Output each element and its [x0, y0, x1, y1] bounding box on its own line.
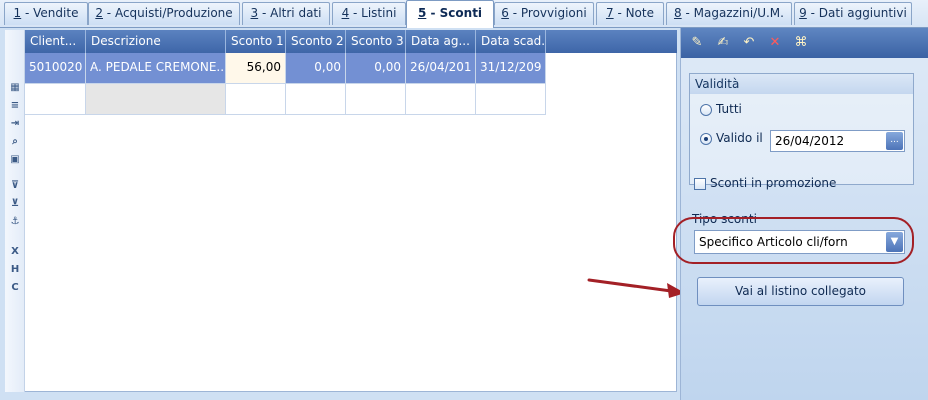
cell-sconto1[interactable]: 56,00: [226, 53, 286, 84]
cell-empty[interactable]: [286, 84, 346, 115]
col-header-sconto1[interactable]: Sconto 1: [226, 30, 286, 53]
cell-sconto3[interactable]: 0,00: [346, 53, 406, 84]
main-window: 1 - Vendite 2 - Acquisti/Produzione 3 - …: [0, 0, 928, 400]
list-icon[interactable]: ≡: [7, 98, 23, 113]
sconti-grid: Client... Descrizione Sconto 1 Sconto 2 …: [25, 30, 677, 392]
cell-data-agg[interactable]: 26/04/201: [406, 53, 476, 84]
grid-options-icon[interactable]: ▦: [7, 80, 23, 95]
tab-dati-aggiuntivi[interactable]: 9 - Dati aggiuntivi: [794, 2, 912, 25]
grid-header: Client... Descrizione Sconto 1 Sconto 2 …: [25, 30, 677, 53]
cell-descrizione[interactable]: A. PEDALE CREMONE...: [86, 53, 226, 84]
col-header-data-agg[interactable]: Data ag...: [406, 30, 476, 53]
annotation-arrow: [587, 278, 685, 298]
undo-icon[interactable]: ↶: [739, 33, 759, 53]
table-row[interactable]: 5010020 A. PEDALE CREMONE... 56,00 0,00 …: [25, 53, 546, 84]
radio-tutti[interactable]: [700, 104, 712, 116]
export-x-icon[interactable]: X: [7, 244, 23, 259]
save-icon[interactable]: ✍: [713, 33, 733, 53]
tipo-sconti-select[interactable]: Specifico Articolo cli/forn ▼: [694, 230, 905, 254]
col-header-data-scad[interactable]: Data scad.: [476, 30, 546, 53]
tab-bar: 1 - Vendite 2 - Acquisti/Produzione 3 - …: [0, 0, 928, 28]
tipo-sconti-value: Specifico Articolo cli/forn: [699, 235, 848, 249]
validita-group: Validità Tutti Valido il 26/04/2012 ...: [689, 73, 914, 185]
col-header-sconto2[interactable]: Sconto 2: [286, 30, 346, 53]
tab-altri-dati[interactable]: 3 - Altri dati: [242, 2, 330, 25]
delete-icon[interactable]: ✕: [765, 33, 785, 53]
cell-empty[interactable]: [86, 84, 226, 115]
binoculars-icon[interactable]: ⌘: [791, 33, 811, 53]
vai-al-listino-button[interactable]: Vai al listino collegato: [697, 277, 904, 306]
filter-icon[interactable]: ⊽: [7, 178, 23, 193]
tipo-sconti-label: Tipo sconti: [692, 212, 757, 226]
right-toolbar: ✎ ✍ ↶ ✕ ⌘: [681, 28, 928, 58]
date-value: 26/04/2012: [775, 134, 845, 148]
col-header-descrizione[interactable]: Descrizione: [86, 30, 226, 53]
cell-empty[interactable]: [406, 84, 476, 115]
export-c-icon[interactable]: C: [7, 280, 23, 295]
promo-checkbox-label: Sconti in promozione: [710, 176, 837, 190]
cell-data-scad[interactable]: 31/12/209: [476, 53, 546, 84]
radio-tutti-label: Tutti: [716, 102, 742, 116]
cell-sconto2[interactable]: 0,00: [286, 53, 346, 84]
grid-side-toolbar: ▦ ≡ ⇥ ⌕ ▣ ⊽ ⊻ ⚓ X H C: [5, 30, 25, 392]
cell-cliente[interactable]: 5010020: [25, 53, 86, 84]
tab-acquisti-produzione[interactable]: 2 - Acquisti/Produzione: [88, 2, 240, 25]
tab-listini[interactable]: 4 - Listini: [332, 2, 406, 25]
tab-vendite[interactable]: 1 - Vendite: [4, 2, 88, 25]
tab-magazzini-um[interactable]: 8 - Magazzini/U.M.: [666, 2, 792, 25]
cell-empty[interactable]: [25, 84, 86, 115]
promo-checkbox[interactable]: [694, 178, 706, 190]
date-picker-button[interactable]: ...: [886, 132, 903, 150]
image-icon[interactable]: ▣: [7, 152, 23, 167]
cell-empty[interactable]: [476, 84, 546, 115]
radio-valido-il[interactable]: [700, 133, 712, 145]
cell-empty[interactable]: [346, 84, 406, 115]
col-header-sconto3[interactable]: Sconto 3: [346, 30, 406, 53]
tab-sconti[interactable]: 5 - Sconti: [406, 0, 494, 28]
anchor-icon[interactable]: ⚓: [7, 214, 23, 229]
zoom-icon[interactable]: ⌕: [7, 134, 23, 149]
tab-provvigioni[interactable]: 6 - Provvigioni: [494, 2, 594, 25]
insert-row-icon[interactable]: ⇥: [7, 116, 23, 131]
filter-panel: ✎ ✍ ↶ ✕ ⌘ Validità Tutti Valido il 26/04…: [673, 28, 928, 400]
edit-icon[interactable]: ✎: [687, 33, 707, 53]
validita-title: Validità: [690, 74, 913, 94]
col-header-cliente[interactable]: Client...: [25, 30, 86, 53]
radio-valido-il-label: Valido il: [716, 131, 763, 145]
filter-clear-icon[interactable]: ⊻: [7, 196, 23, 211]
export-h-icon[interactable]: H: [7, 262, 23, 277]
chevron-down-icon[interactable]: ▼: [886, 232, 903, 252]
date-field[interactable]: 26/04/2012 ...: [770, 130, 905, 152]
table-row-new[interactable]: [25, 84, 546, 115]
tab-note[interactable]: 7 - Note: [596, 2, 664, 25]
cell-empty[interactable]: [226, 84, 286, 115]
